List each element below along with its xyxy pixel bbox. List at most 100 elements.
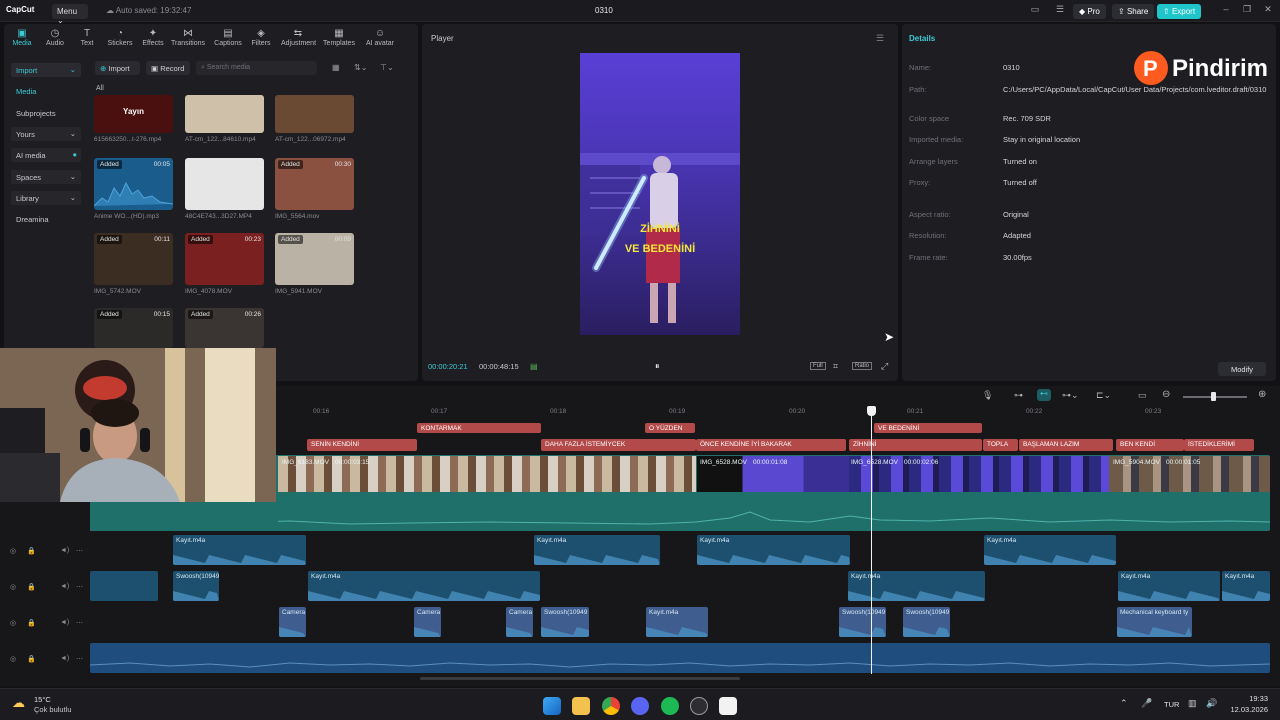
lock-icon[interactable]: 🔒 <box>27 547 36 555</box>
more-icon[interactable]: ⋯ <box>76 619 83 627</box>
media-thumbnail[interactable] <box>185 95 264 133</box>
audio-clip[interactable]: Kayıt.m4a <box>646 607 708 637</box>
media-thumbnail[interactable]: Added 00:30 <box>275 158 354 210</box>
text-clip[interactable]: ÖNCE KENDİNE İYİ BAKARAK <box>696 439 846 451</box>
text-clip[interactable]: BAŞLAMAN LAZIM <box>1019 439 1113 451</box>
speaker-icon[interactable]: ◄) <box>60 619 69 626</box>
filter-icon[interactable]: ⊤⌄ <box>380 63 394 72</box>
playhead-handle[interactable] <box>867 406 876 416</box>
minimize-icon[interactable]: – <box>1219 4 1233 18</box>
share-button[interactable]: ⇪ Share <box>1112 4 1155 19</box>
tool-adjustment[interactable]: ⇆ Adjustment <box>281 28 316 47</box>
zoom-out-icon[interactable]: ⊖ <box>1162 389 1170 400</box>
media-thumbnail[interactable]: Added 00:15 <box>94 308 173 348</box>
speaker-icon[interactable]: ◄) <box>60 655 69 662</box>
lock-icon[interactable]: 🔒 <box>27 619 36 627</box>
audio-clip[interactable]: Kayıt.m4a <box>1222 571 1270 601</box>
full-quality-button[interactable]: Full <box>810 362 826 370</box>
lock-icon[interactable]: 🔒 <box>27 655 36 663</box>
media-thumbnail[interactable]: 00:02 <box>185 158 264 210</box>
audio-clip[interactable]: Swoosh(10949 <box>903 607 950 637</box>
tool-text[interactable]: T Text <box>70 28 104 47</box>
audio-clip[interactable]: Camera <box>414 607 441 637</box>
tool-media[interactable]: ▣ Media <box>5 28 39 47</box>
mic-tray-icon[interactable]: 🎤 <box>1141 698 1152 709</box>
search-input[interactable]: ⌕ Search media <box>196 61 317 75</box>
layout-icon[interactable]: ▭ <box>1028 4 1042 18</box>
spotify-icon[interactable] <box>661 697 679 715</box>
pause-icon[interactable]: ⏸ <box>655 361 660 372</box>
video-preview[interactable]: ZİHNİNİ VE BEDENİNİ <box>580 53 740 335</box>
timeline-scrollbar[interactable] <box>420 677 740 680</box>
audio-clip[interactable]: Kayıt.m4a <box>1118 571 1220 601</box>
link-icon[interactable]: ⊶ <box>1014 390 1023 401</box>
tool-transitions[interactable]: ⋈ Transitions <box>171 28 205 47</box>
audio-clip[interactable]: Kayıt.m4a <box>534 535 660 565</box>
language-indicator[interactable]: TUR <box>1164 700 1179 709</box>
media-thumbnail[interactable]: Added 00:11 <box>94 233 173 285</box>
shortcuts-icon[interactable]: ☰ <box>1053 4 1067 18</box>
menu-button[interactable]: Menu ⌄ <box>52 4 88 25</box>
more-icon[interactable]: ⋯ <box>76 583 83 591</box>
audio-clip[interactable]: Swoosh(10949 <box>541 607 589 637</box>
speaker-icon[interactable]: ◄) <box>60 583 69 590</box>
crop-icon[interactable]: ⌗ <box>833 361 838 372</box>
audio-clip[interactable] <box>90 571 158 601</box>
visibility-icon[interactable]: ◎ <box>10 547 16 555</box>
file-explorer-icon[interactable] <box>572 697 590 715</box>
more-icon[interactable]: ⋯ <box>76 547 83 555</box>
record-button[interactable]: ▣ Record <box>146 61 190 75</box>
snap-icon[interactable]: ⊶⌄ <box>1062 390 1079 401</box>
audio-clip[interactable]: Mechanical keyboard ty <box>1117 607 1192 637</box>
volume-icon[interactable]: 🔊 <box>1206 698 1217 709</box>
media-thumbnail[interactable]: Added 00:09 <box>275 233 354 285</box>
sidebar-item-import[interactable]: Import ⌄ <box>11 63 81 77</box>
weather-icon[interactable]: ☁ <box>12 695 25 711</box>
more-icon[interactable]: ⋯ <box>76 655 83 663</box>
media-thumbnail[interactable]: Added 00:05 <box>94 158 173 210</box>
speaker-icon[interactable]: ◄) <box>60 547 69 554</box>
zoom-slider-handle[interactable] <box>1211 392 1216 401</box>
tool-filters[interactable]: ◈ Filters <box>244 28 278 47</box>
import-button[interactable]: ⊕ Import <box>95 61 140 75</box>
tray-chevron-up-icon[interactable]: ⌃ <box>1120 698 1128 709</box>
text-clip[interactable]: VE BEDENİNİ <box>874 423 982 433</box>
text-clip[interactable]: ZİHNİNİ <box>849 439 982 451</box>
sidebar-item-subprojects[interactable]: Subprojects <box>11 106 81 120</box>
audio-clip[interactable]: Kayıt.m4a <box>984 535 1116 565</box>
fullscreen-icon[interactable]: ⤢ <box>881 361 888 372</box>
text-clip[interactable]: BEN KENDİ <box>1116 439 1184 451</box>
audio-clip[interactable]: Swoosh(10949 <box>173 571 219 601</box>
audio-clip[interactable]: Swoosh(10949 <box>839 607 886 637</box>
timeline-grid-icon[interactable]: ▤ <box>530 362 538 371</box>
chrome-icon[interactable] <box>602 697 620 715</box>
close-icon[interactable]: ✕ <box>1261 4 1275 18</box>
tool-effects[interactable]: ✦ Effects <box>136 28 170 47</box>
sidebar-item-library[interactable]: Library ⌄ <box>11 191 81 205</box>
magnet-icon[interactable]: ⊷ <box>1037 389 1051 401</box>
media-thumbnail[interactable]: Added 00:23 <box>185 233 264 285</box>
sidebar-item-yours[interactable]: Yours ⌄ <box>11 127 81 141</box>
sidebar-item-media[interactable]: Media <box>11 84 81 98</box>
sort-icon[interactable]: ⇅⌄ <box>354 63 367 72</box>
visibility-icon[interactable]: ◎ <box>10 655 16 663</box>
media-thumbnail[interactable] <box>275 95 354 133</box>
export-button[interactable]: ⇧ Export <box>1157 4 1202 19</box>
tool-templates[interactable]: ▦ Templates <box>322 28 356 47</box>
audio-clip[interactable]: Kayıt.m4a <box>697 535 850 565</box>
network-icon[interactable]: ▥ <box>1188 698 1197 709</box>
pro-button[interactable]: ◆ Pro <box>1073 4 1106 19</box>
text-clip[interactable]: O YÜZDEN <box>645 423 695 433</box>
audio-clip[interactable]: Camera <box>279 607 306 637</box>
audio-clip[interactable]: Kayıt.m4a <box>173 535 306 565</box>
grid-view-icon[interactable]: ▦ <box>332 63 340 72</box>
discord-icon[interactable] <box>631 697 649 715</box>
capcut-taskbar-icon[interactable] <box>719 697 737 715</box>
audio-clip[interactable]: Kayıt.m4a <box>848 571 985 601</box>
tool-stickers[interactable]: ◔ Stickers <box>103 28 137 47</box>
split-preview-icon[interactable]: ⊏⌄ <box>1096 390 1111 401</box>
preview-axis-icon[interactable]: ▭ <box>1138 390 1147 401</box>
visibility-icon[interactable]: ◎ <box>10 619 16 627</box>
media-thumbnail[interactable]: Added 00:26 <box>185 308 264 348</box>
text-clip[interactable]: KONTARMAK <box>417 423 541 433</box>
